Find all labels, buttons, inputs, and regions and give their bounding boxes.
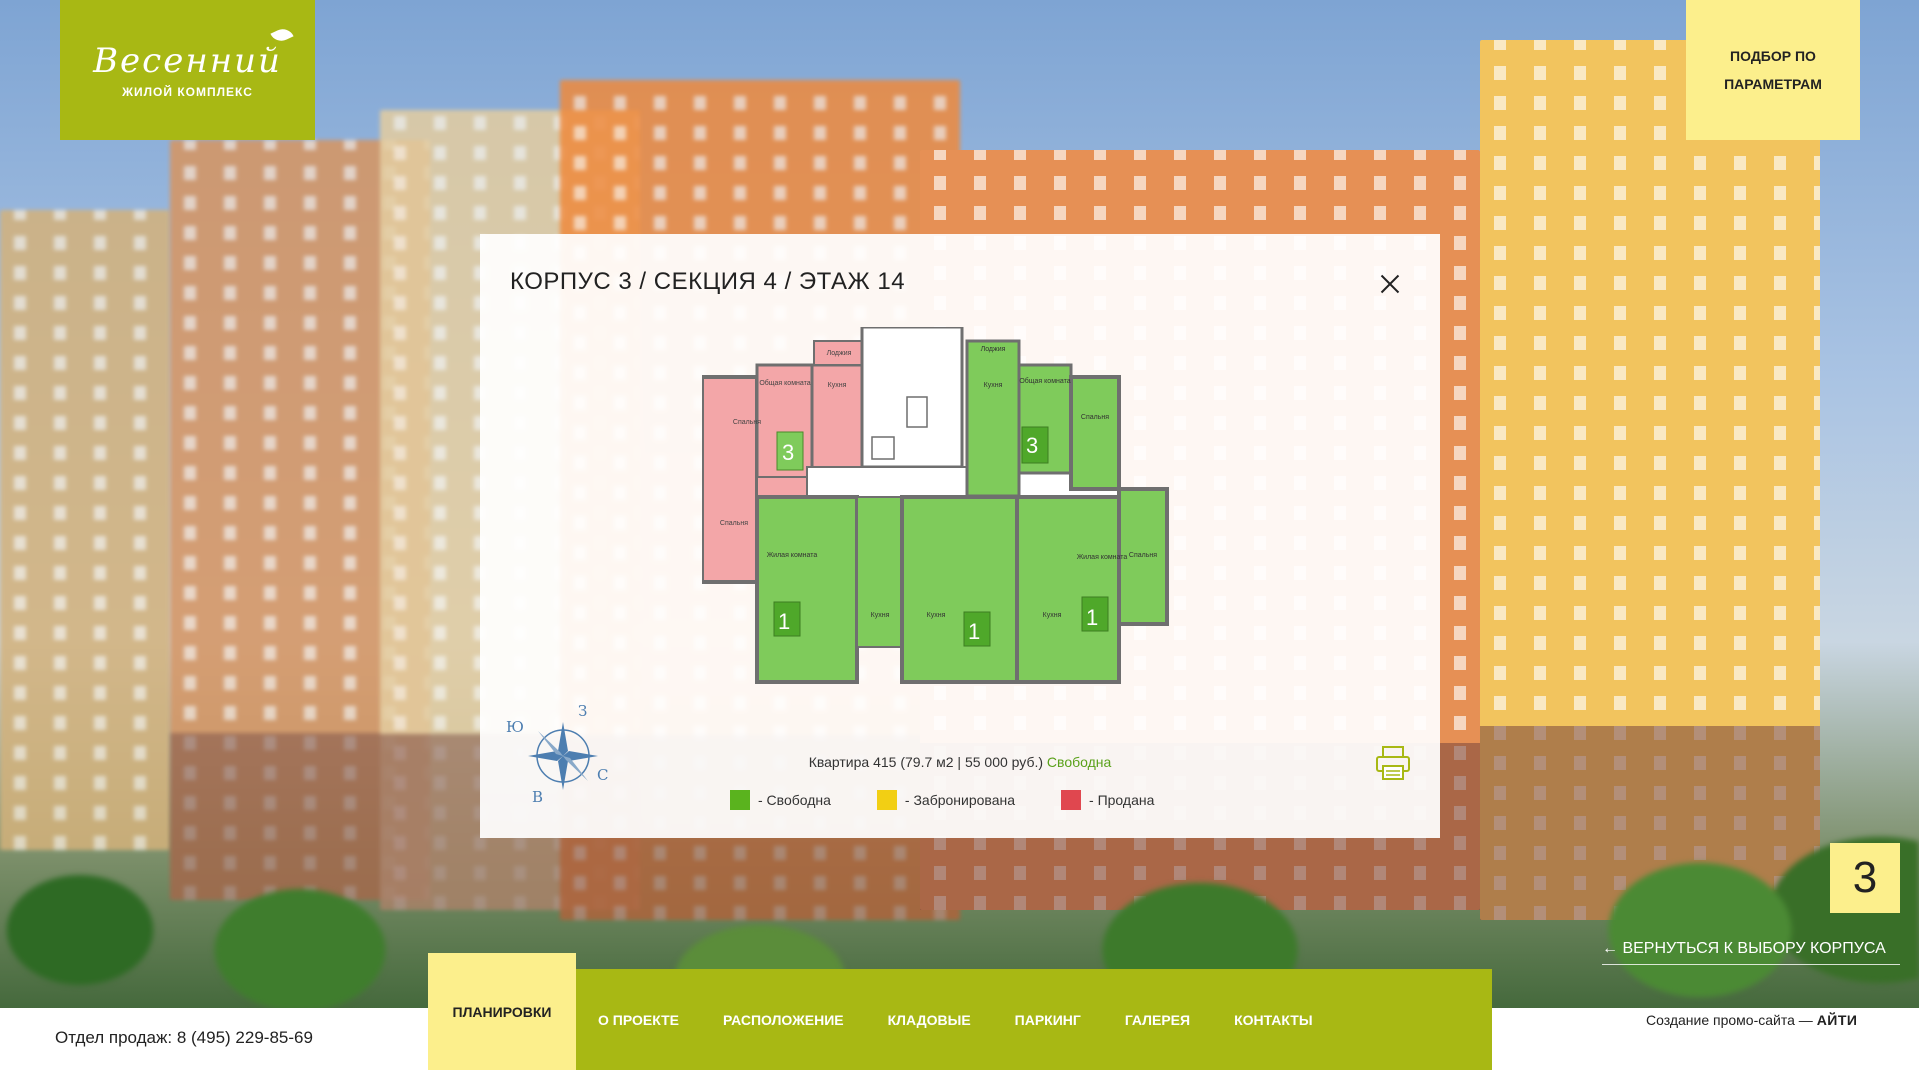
compass-south: Ю <box>506 718 524 736</box>
logo-name: Весенний <box>93 25 294 81</box>
param-button-line2: ПАРАМЕТРАМ <box>1724 76 1822 92</box>
legend-label: - Свободна <box>758 792 831 808</box>
modal-title: КОРПУС 3 / СЕКЦИЯ 4 / ЭТАЖ 14 <box>510 268 906 295</box>
nav-item-parking[interactable]: ПАРКИНГ <box>993 969 1103 1070</box>
nav-item-about[interactable]: О ПРОЕКТЕ <box>576 969 701 1070</box>
nav-item-gallery[interactable]: ГАЛЕРЕЯ <box>1103 969 1212 1070</box>
nav-item-storage[interactable]: КЛАДОВЫЕ <box>866 969 993 1070</box>
room-label: Лоджия <box>981 346 1006 353</box>
room-label: Спальня <box>1081 414 1109 421</box>
legend-label: - Продана <box>1089 792 1155 808</box>
room-label: Кухня <box>871 612 890 619</box>
credit-brand: АЙТИ <box>1816 1012 1858 1028</box>
room-label: Лоджия <box>827 350 852 357</box>
room-label: Общая комната <box>1019 377 1070 385</box>
main-nav: ПЛАНИРОВКИ О ПРОЕКТЕ РАСПОЛОЖЕНИЕ КЛАДОВ… <box>428 953 1492 1070</box>
apartment-status: Свободна <box>1046 754 1112 770</box>
legend-item-free: - Свободна <box>730 790 831 810</box>
room-label: Кухня <box>1043 612 1062 619</box>
room-label: Жилая комната <box>767 552 818 559</box>
apartment-free-1room-a[interactable] <box>755 495 903 684</box>
legend-swatch <box>1061 790 1082 810</box>
nav-item-contacts[interactable]: КОНТАКТЫ <box>1212 969 1334 1070</box>
back-to-building-link[interactable]: ← ВЕРНУТЬСЯ К ВЫБОРУ КОРПУСА <box>1602 940 1900 965</box>
building-number-badge: 3 <box>1830 843 1900 913</box>
credit-text: Создание промо-сайта — <box>1646 1012 1813 1028</box>
legend-swatch <box>730 790 750 810</box>
logo[interactable]: Весенний ЖИЛОЙ КОМПЛЕКС <box>60 0 315 140</box>
room-label: Общая комната <box>759 379 810 387</box>
apartment-free-1room-c[interactable] <box>1015 487 1169 684</box>
compass-west: З <box>578 702 588 720</box>
floor-plan: 3 Спальня Общая комната Кухня Лоджия Спа… <box>702 327 1169 684</box>
plan-rooms-free1a: 1 <box>778 609 790 634</box>
legend-item-sold: - Продана <box>1061 790 1154 810</box>
compass-north: В <box>532 788 544 806</box>
apartment-info: Квартира 415 (79.7 м2 | 55 000 руб.) Сво… <box>480 754 1440 770</box>
room-label: Жилая комната <box>1077 554 1128 561</box>
plan-rooms-sold: 3 <box>782 440 794 465</box>
room-label: Спальня <box>720 520 748 527</box>
building-left-far <box>0 210 170 850</box>
legend: - Свободна - Забронирована - Продана <box>730 790 1154 810</box>
room-label: Спальня <box>1129 552 1157 559</box>
plan-rooms-free3: 3 <box>1026 433 1038 458</box>
room-label: Спальня <box>733 419 761 426</box>
site-credit[interactable]: Создание промо-сайта — АЙТИ <box>1646 1012 1857 1028</box>
logo-subtitle: ЖИЛОЙ КОМПЛЕКС <box>122 85 253 99</box>
room-label: Кухня <box>927 612 946 619</box>
legend-swatch <box>876 790 897 810</box>
nav-item-location[interactable]: РАСПОЛОЖЕНИЕ <box>701 969 866 1070</box>
sales-phone: Отдел продаж: 8 (495) 229-85-69 <box>55 1028 313 1047</box>
plan-rooms-free1c: 1 <box>1086 605 1098 630</box>
legend-label: - Забронирована <box>904 792 1016 808</box>
building-right-tall <box>1480 40 1820 920</box>
param-button-line1: ПОДБОР ПО <box>1730 48 1816 64</box>
legend-item-reserved: - Забронирована <box>876 790 1016 810</box>
apartment-details: Квартира 415 (79.7 м2 | 55 000 руб.) <box>808 754 1044 770</box>
room-label: Кухня <box>984 382 1003 389</box>
plan-rooms-free1b: 1 <box>968 619 980 644</box>
close-icon[interactable] <box>1380 274 1400 294</box>
apartment-free-1room-b[interactable] <box>900 495 1019 684</box>
parameter-search-button[interactable]: ПОДБОР ПО ПАРАМЕТРАМ <box>1686 0 1860 140</box>
floor-plan-modal: КОРПУС 3 / СЕКЦИЯ 4 / ЭТАЖ 14 3 Спальня … <box>480 234 1440 838</box>
nav-item-layouts[interactable]: ПЛАНИРОВКИ <box>428 953 576 1070</box>
room-label: Кухня <box>828 382 847 389</box>
